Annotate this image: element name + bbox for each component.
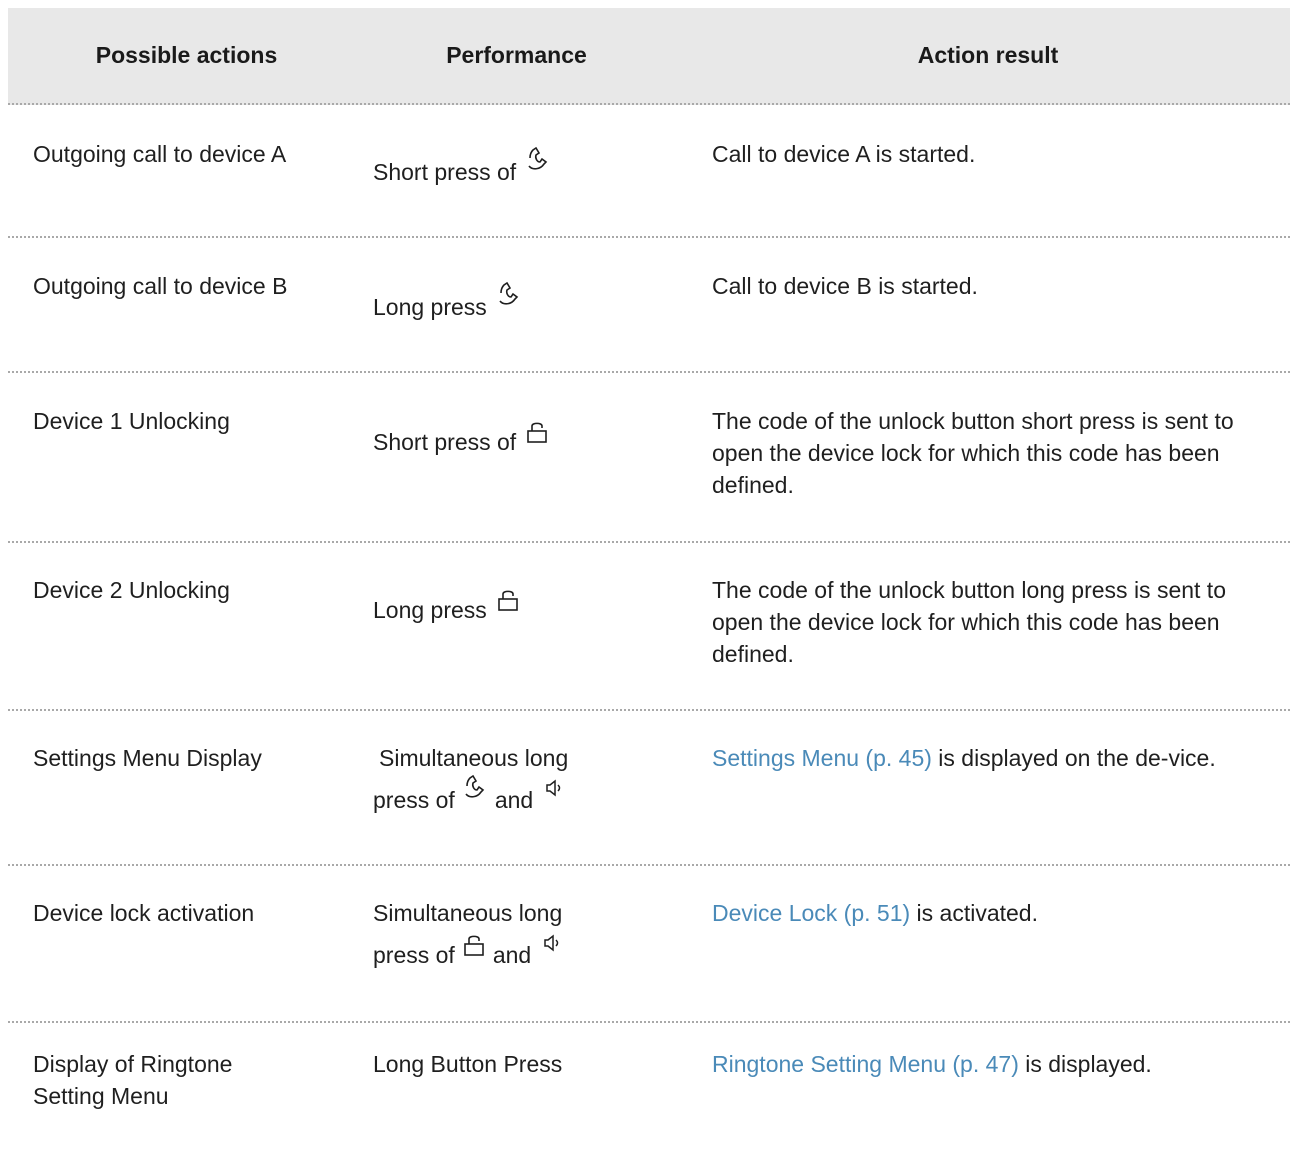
table-row: Device lock activation Simultaneous long…	[8, 866, 1290, 1023]
performance-cell: Long Button Press	[373, 1051, 563, 1077]
padlock-icon	[463, 933, 485, 957]
performance-text: Short press of	[373, 159, 517, 185]
result-cell: Call to device A is started.	[712, 141, 976, 167]
action-cell: Outgoing call to device A	[33, 141, 287, 167]
performance-cell: Long press	[373, 281, 673, 323]
table-row: Device 2 Unlocking Long press The code o…	[8, 543, 1290, 711]
padlock-icon	[526, 420, 548, 444]
performance-and: and	[494, 787, 534, 813]
speaker-icon	[545, 778, 563, 798]
header-performance: Performance	[446, 42, 587, 68]
header-action-result: Action result	[917, 42, 1059, 68]
performance-line1: Simultaneous long	[379, 745, 569, 771]
result-cell: The code of the unlock button long press…	[712, 577, 1226, 667]
result-text: is displayed on the de-vice.	[931, 745, 1216, 771]
table-row: Outgoing call to device B Long press Cal…	[8, 238, 1290, 373]
performance-line1: Simultaneous long	[373, 900, 563, 926]
action-cell: Device 2 Unlocking	[33, 577, 230, 603]
settings-menu-link[interactable]: Settings Menu (p. 45)	[712, 745, 932, 771]
table-row: Outgoing call to device A Short press of…	[8, 105, 1290, 238]
performance-and: and	[492, 942, 532, 968]
performance-text: Short press of	[373, 429, 517, 455]
table-row: Settings Menu Display Simultaneous long …	[8, 711, 1290, 866]
result-text: is displayed.	[1018, 1051, 1152, 1077]
table-row: Display of Ringtone Setting Menu Long Bu…	[8, 1023, 1290, 1163]
performance-cell: Short press of	[373, 422, 673, 458]
result-cell: Call to device B is started.	[712, 273, 978, 299]
performance-text: Long press	[373, 597, 487, 623]
result-text: is activated.	[910, 900, 1038, 926]
performance-text: press of	[373, 942, 455, 968]
result-cell: The code of the unlock button short pres…	[712, 408, 1234, 498]
performance-cell: Simultaneous long press of and	[373, 897, 673, 971]
performance-cell: Short press of	[373, 146, 673, 188]
action-cell: Display of Ringtone Setting Menu	[33, 1051, 233, 1109]
phone-handset-icon	[463, 774, 487, 800]
actions-table: Possible actions Performance Action resu…	[8, 8, 1290, 1163]
performance-cell: Long press	[373, 590, 673, 626]
action-cell: Settings Menu Display	[33, 745, 262, 771]
result-cell: Settings Menu (p. 45) is displayed on th…	[712, 742, 1272, 774]
performance-line2: press of and	[373, 774, 673, 816]
action-cell: Outgoing call to device B	[33, 273, 288, 299]
performance-cell: Simultaneous long press of and	[373, 742, 673, 816]
padlock-icon	[497, 588, 519, 612]
performance-text: press of	[373, 787, 455, 813]
action-cell: Device lock activation	[33, 900, 255, 926]
performance-line2: press of and	[373, 934, 673, 971]
table-row: Device 1 Unlocking Short press of The co…	[8, 373, 1290, 543]
device-lock-link[interactable]: Device Lock (p. 51)	[712, 900, 910, 926]
performance-text: Long press	[373, 294, 487, 320]
ringtone-setting-menu-link[interactable]: Ringtone Setting Menu (p. 47)	[712, 1051, 1019, 1077]
table-header: Possible actions Performance Action resu…	[8, 8, 1290, 105]
action-cell: Device 1 Unlocking	[33, 408, 230, 434]
header-possible-actions: Possible actions	[95, 42, 278, 68]
speaker-icon	[543, 933, 561, 953]
phone-handset-icon	[526, 146, 550, 172]
phone-handset-icon	[497, 281, 521, 307]
result-cell: Ringtone Setting Menu (p. 47) is display…	[712, 1048, 1272, 1080]
result-cell: Device Lock (p. 51) is activated.	[712, 897, 1272, 929]
